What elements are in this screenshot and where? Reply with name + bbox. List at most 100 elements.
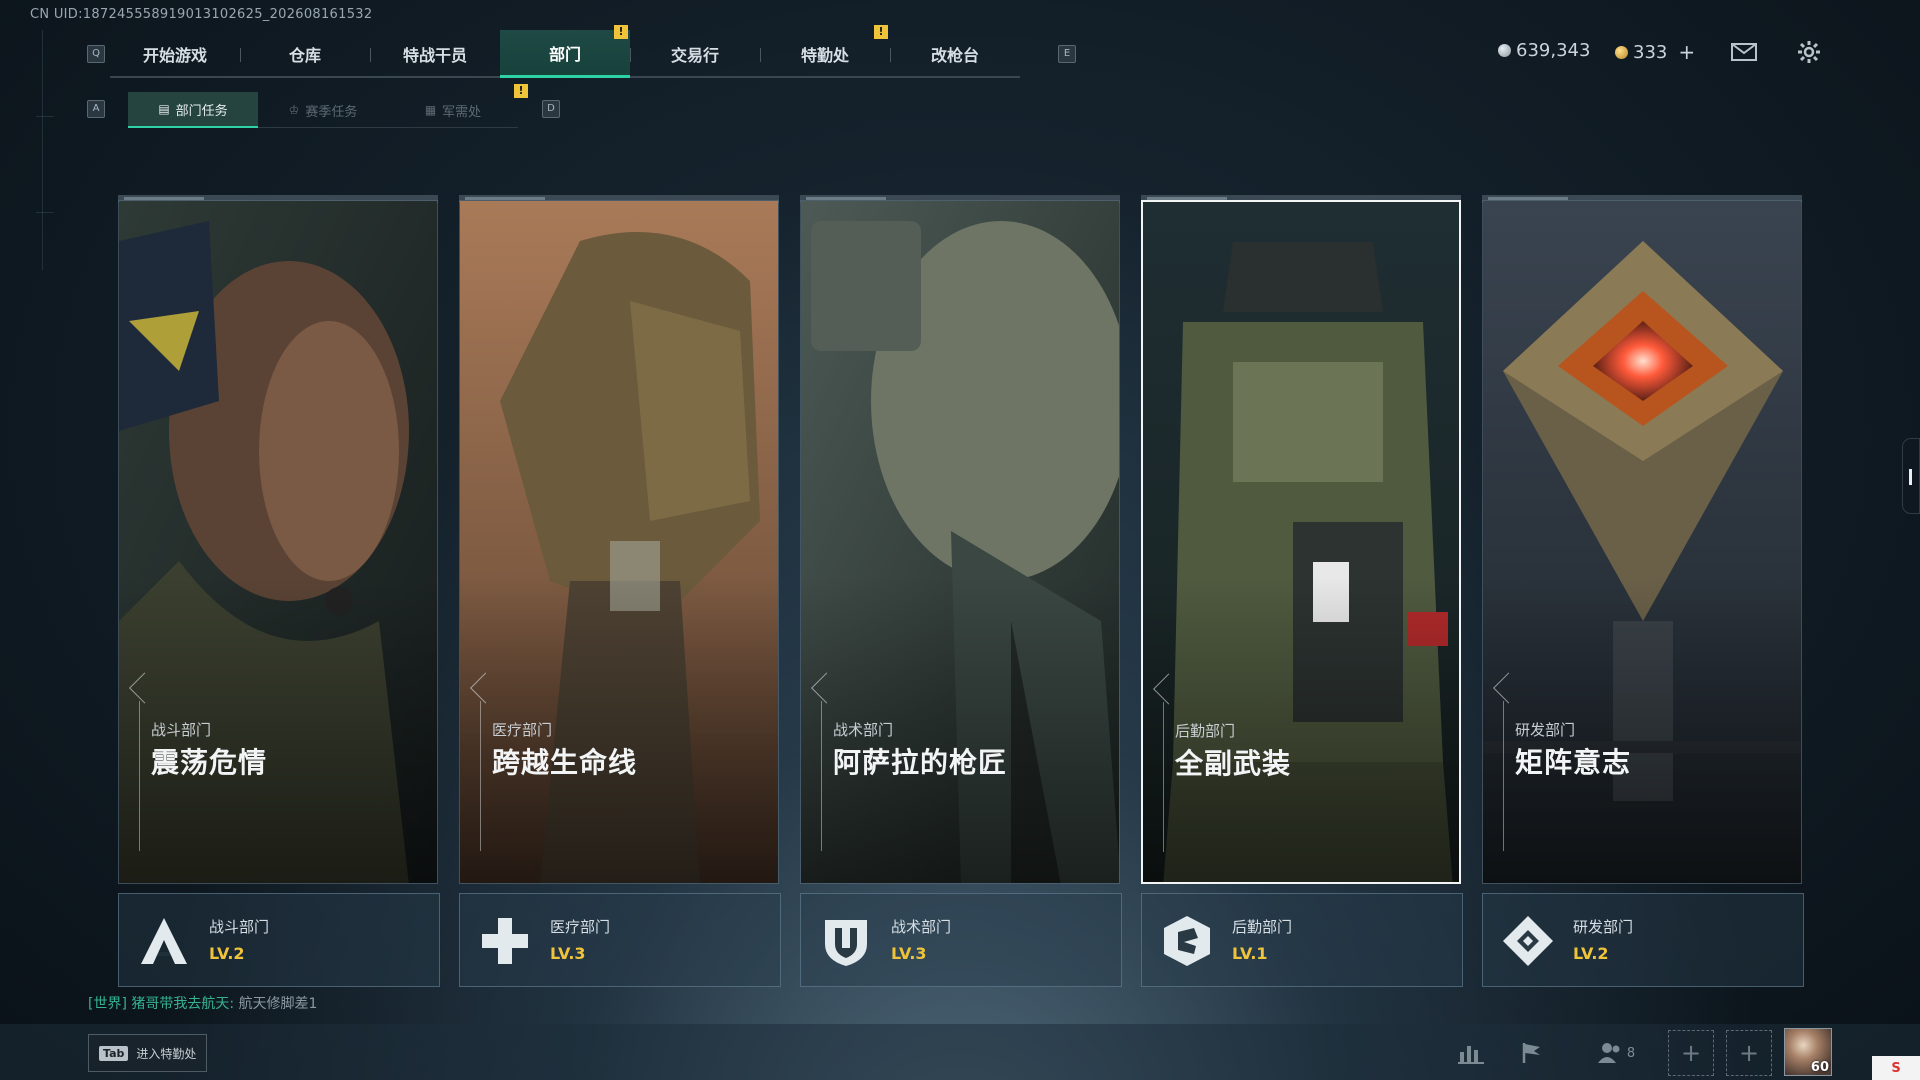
settings-button[interactable] [1795,40,1823,64]
department-name: 战斗部门 [209,918,270,936]
system-tray-badge[interactable]: S [1872,1056,1920,1080]
tab-departments[interactable]: 部门! [500,25,630,78]
friends-count: 8 [1626,1045,1636,1061]
stats-button[interactable] [1454,1036,1488,1070]
enter-special-ops-button[interactable]: Tab 进入特勤处 [88,1034,208,1072]
crate-icon: ▦ [424,103,437,117]
bar-chart-icon [1458,1046,1484,1064]
frame-line [36,116,54,117]
notice-badge: ! [874,25,888,39]
mail-icon [1731,43,1757,61]
card-title: 阿萨拉的枪匠 [833,746,1008,779]
subtab-supply[interactable]: ▦ 军需处 ! [388,84,528,128]
medical-cross-icon [472,908,538,974]
tab-label: 改枪台 [930,46,979,65]
department-level-medical[interactable]: 医疗部门 LV.3 [459,893,781,987]
department-level: LV.2 [209,944,245,963]
player-level: 60 [1810,1060,1829,1075]
card-category: 医疗部门 [492,721,553,739]
card-category: 战斗部门 [151,721,212,739]
card-line-deco [1503,701,1504,851]
card-tactical[interactable]: 战术部门 阿萨拉的枪匠 [800,200,1120,884]
subtab-label: 部门任务 [175,103,228,119]
card-title: 矩阵意志 [1515,746,1632,779]
combat-a-icon [131,908,197,974]
department-level-logistics[interactable]: 后勤部门 LV.1 [1141,893,1463,987]
card-line-deco [139,701,140,851]
card-research[interactable]: 研发部门 矩阵意志 [1482,200,1802,884]
crown-icon: ♔ [288,103,300,117]
chat-channel: [世界] [88,996,127,1012]
tab-label: 交易行 [670,46,719,65]
silver-amount: 639,343 [1516,40,1591,61]
department-level-research[interactable]: 研发部门 LV.2 [1482,893,1804,987]
gold-coin-icon [1615,45,1628,59]
tab-label: 开始游戏 [142,46,207,65]
department-name: 后勤部门 [1232,918,1293,936]
side-drawer-handle[interactable] [1902,438,1920,514]
department-level: LV.2 [1573,944,1609,963]
silver-currency: 639,343 [1498,40,1590,61]
department-level: LV.1 [1232,944,1268,963]
team-flag-button[interactable] [1515,1036,1549,1070]
team-slot-1[interactable]: + [1668,1030,1714,1076]
card-line-deco [821,701,822,851]
department-level-tactical[interactable]: 战术部门 LV.3 [800,893,1122,987]
card-logistics[interactable]: 后勤部门 全副武装 [1141,200,1461,884]
subtab-label: 军需处 [442,104,482,120]
subtab-department-tasks[interactable]: ▤ 部门任务 [128,92,258,128]
subnav-prev-key[interactable]: A [87,100,105,118]
tab-warehouse[interactable]: 仓库 [240,30,370,78]
sogou-icon: S [1891,1060,1901,1076]
enter-special-ops-label: 进入特勤处 [136,1046,197,1061]
notice-badge: ! [614,25,628,39]
gear-icon [1798,41,1820,63]
friends-icon [1597,1043,1620,1063]
nav-prev-key[interactable]: Q [87,45,105,63]
card-medical[interactable]: 医疗部门 跨越生命线 [459,200,779,884]
research-diamond-icon [1495,908,1561,974]
world-chat-line[interactable]: [世界] 猪哥带我去航天: 航天修脚差1 [88,993,317,1013]
plus-icon: + [1738,1039,1760,1067]
frame-line [42,30,43,270]
chat-sender: 猪哥带我去航天: [131,996,235,1012]
team-slot-2[interactable]: + [1726,1030,1772,1076]
card-category: 后勤部门 [1175,722,1236,740]
notice-badge: ! [514,84,528,98]
department-name: 研发部门 [1573,918,1634,936]
card-title: 跨越生命线 [492,746,638,779]
mail-button[interactable] [1730,40,1758,64]
department-level: LV.3 [550,944,586,963]
friends-button[interactable]: 8 [1588,1036,1644,1070]
card-category: 研发部门 [1515,721,1576,739]
subnav-next-key[interactable]: D [542,100,560,118]
card-line-deco [1163,702,1164,852]
gold-amount: 333 [1633,41,1668,63]
card-line-deco [480,701,481,851]
gold-currency: 333 + [1615,40,1695,64]
main-nav: 开始游戏 仓库 特战干员 部门! 交易行 特勤处! 改枪台 [110,25,1020,78]
chat-message: 航天修脚差1 [238,996,318,1012]
tab-special-ops[interactable]: 特勤处! [760,25,890,78]
card-combat[interactable]: 战斗部门 震荡危情 [118,200,438,884]
department-level-combat[interactable]: 战斗部门 LV.2 [118,893,440,987]
nav-next-key[interactable]: E [1058,45,1076,63]
tab-operators[interactable]: 特战干员 [370,30,500,78]
logistics-hex-icon [1154,908,1220,974]
tab-label: 仓库 [288,46,321,65]
add-gold-button[interactable]: + [1678,40,1695,64]
card-title: 震荡危情 [151,746,268,779]
frame-line [36,212,54,213]
tab-trading[interactable]: 交易行 [630,30,760,78]
card-category: 战术部门 [833,721,894,739]
tab-label: 部门 [548,44,581,64]
tab-key-hint: Tab [99,1045,129,1061]
subtab-season-tasks[interactable]: ♔ 赛季任务 [258,92,388,128]
player-avatar[interactable]: 60 [1784,1028,1832,1076]
tab-gunsmith[interactable]: 改枪台 [890,30,1020,78]
document-icon: ▤ [158,102,170,116]
department-name: 医疗部门 [550,918,611,936]
tab-start-game[interactable]: 开始游戏 [110,30,240,78]
card-title: 全副武装 [1175,747,1292,780]
sub-nav: ▤ 部门任务 ♔ 赛季任务 ▦ 军需处 ! [128,84,528,128]
